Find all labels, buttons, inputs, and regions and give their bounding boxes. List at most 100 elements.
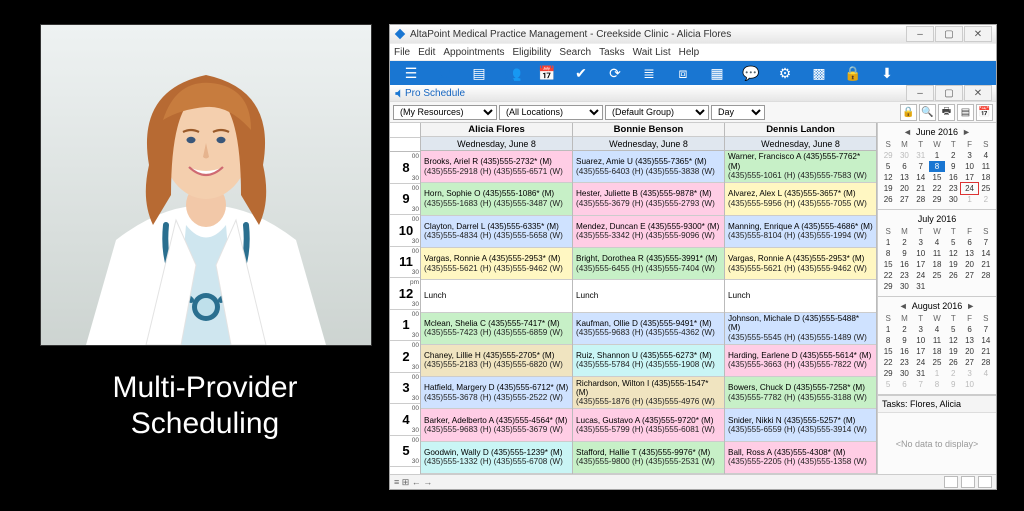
cal-day[interactable]: 7 — [978, 237, 994, 248]
appointment-slot[interactable]: Vargas, Ronnie A (435)555-2953* (M)(435)… — [725, 248, 876, 280]
cal-day[interactable]: 4 — [929, 324, 945, 335]
cal-day[interactable]: 29 — [929, 194, 945, 205]
cal-day[interactable]: 26 — [945, 357, 961, 368]
mini-calendar[interactable]: ◄June 2016►SMTWTFS2930311234567891011121… — [878, 123, 996, 210]
download-icon[interactable]: ⬇ — [872, 63, 902, 83]
menu-wait-list[interactable]: Wait List — [633, 47, 671, 58]
lock-icon[interactable]: 🔒 — [838, 63, 868, 83]
cal-day[interactable]: 26 — [880, 194, 896, 205]
cal-day[interactable]: 17 — [961, 172, 977, 183]
appointment-slot[interactable]: Stafford, Hallie T (435)555-9976* (M)(43… — [573, 442, 724, 474]
cal-day[interactable]: 2 — [945, 150, 961, 161]
cal-day[interactable]: 31 — [913, 150, 929, 161]
cal-day[interactable]: 23 — [896, 270, 912, 281]
cal-day[interactable]: 1 — [929, 368, 945, 379]
view-select[interactable]: Day — [711, 105, 765, 120]
cal-day[interactable]: 10 — [913, 248, 929, 259]
cal-day[interactable]: 12 — [945, 248, 961, 259]
list-icon[interactable]: ≣ — [634, 63, 664, 83]
cal-day[interactable]: 8 — [880, 248, 896, 259]
cal-day[interactable]: 8 — [880, 335, 896, 346]
cal-day[interactable]: 22 — [880, 270, 896, 281]
appointment-slot[interactable]: Hatfield, Margery D (435)555-6712* (M)(4… — [421, 377, 572, 409]
cal-day[interactable]: 9 — [896, 248, 912, 259]
cal-day[interactable]: 3 — [913, 324, 929, 335]
cal-day[interactable]: 20 — [896, 183, 912, 194]
resources-select[interactable]: (My Resources) — [393, 105, 497, 120]
cal-day[interactable]: 9 — [896, 335, 912, 346]
appointment-slot[interactable]: Harding, Earlene D (435)555-5614* (M)(43… — [725, 345, 876, 377]
appointment-slot[interactable]: Kaufman, Ollie D (435)555-9491* (M)(435)… — [573, 313, 724, 345]
cal-day[interactable]: 14 — [913, 172, 929, 183]
cal-day[interactable]: 5 — [945, 237, 961, 248]
mini-calendar[interactable]: July 2016SMTWTFS123456789101112131415161… — [878, 210, 996, 297]
appointment-slot[interactable]: Richardson, Wilton I (435)555-1547* (M)(… — [573, 377, 724, 409]
cal-day[interactable]: 29 — [880, 150, 896, 161]
appointment-slot[interactable]: Lunch — [725, 280, 876, 312]
cal-day[interactable]: 29 — [880, 281, 896, 292]
status-btn-2[interactable] — [961, 476, 975, 488]
cal-day[interactable]: 21 — [978, 346, 994, 357]
cal-day[interactable]: 17 — [913, 259, 929, 270]
group-icon[interactable]: 👥 — [498, 63, 528, 83]
cal-day[interactable]: 3 — [961, 150, 977, 161]
cal-day[interactable]: 8 — [929, 161, 945, 172]
appointment-slot[interactable]: Alvarez, Alex L (435)555-3657* (M)(435)5… — [725, 183, 876, 215]
cal-day[interactable]: 24 — [913, 270, 929, 281]
cal-day[interactable]: 15 — [880, 346, 896, 357]
calendar-icon[interactable]: 📅 — [532, 63, 562, 83]
cal-day[interactable]: 30 — [896, 368, 912, 379]
prev-month-icon[interactable]: ◄ — [903, 127, 912, 137]
cal-day[interactable]: 24 — [961, 183, 977, 194]
cal-day[interactable]: 7 — [978, 324, 994, 335]
cal-day[interactable]: 24 — [913, 357, 929, 368]
appointment-slot[interactable]: Ball, Ross A (435)555-4308* (M)(435)555-… — [725, 442, 876, 474]
sub-close-button[interactable]: ✕ — [964, 85, 992, 101]
cal-day[interactable]: 25 — [929, 357, 945, 368]
cal-day[interactable]: 5 — [880, 379, 896, 390]
cal-day[interactable]: 2 — [945, 368, 961, 379]
appointment-slot[interactable]: Mclean, Shelia C (435)555-7417* (M)(435)… — [421, 313, 572, 345]
cal-day[interactable]: 11 — [978, 161, 994, 172]
appointment-slot[interactable]: Suarez, Amie U (435)555-7365* (M)(435)55… — [573, 151, 724, 183]
sub-minimize-button[interactable]: – — [906, 85, 934, 101]
locations-select[interactable]: (All Locations) — [499, 105, 603, 120]
cal-day[interactable]: 2 — [896, 324, 912, 335]
cal-day[interactable]: 13 — [896, 172, 912, 183]
print-small-icon[interactable]: 🖶 — [938, 104, 955, 121]
menu-icon[interactable]: ☰ — [396, 63, 426, 83]
cal-day[interactable]: 12 — [945, 335, 961, 346]
cal-day[interactable]: 25 — [978, 183, 994, 194]
appointment-slot[interactable]: Lucas, Gustavo A (435)555-9720* (M)(435)… — [573, 409, 724, 441]
refresh-icon[interactable]: ⟳ — [600, 63, 630, 83]
cal-day[interactable]: 18 — [929, 259, 945, 270]
cal-day[interactable]: 11 — [929, 335, 945, 346]
menu-edit[interactable]: Edit — [418, 47, 435, 58]
appointment-slot[interactable]: Manning, Enrique A (435)555-4686* (M)(43… — [725, 216, 876, 248]
cal-small-icon[interactable]: 📅 — [976, 104, 993, 121]
maximize-button[interactable]: ▢ — [935, 26, 963, 42]
patient-icon[interactable]: 👤 — [430, 63, 460, 83]
appointment-slot[interactable]: Lunch — [573, 280, 724, 312]
note-small-icon[interactable]: ▤ — [957, 104, 974, 121]
appointment-slot[interactable]: Bright, Dorothea R (435)555-3991* (M)(43… — [573, 248, 724, 280]
appointment-slot[interactable]: Johnson, Michale D (435)555-5488* (M)(43… — [725, 313, 876, 345]
cal-day[interactable]: 29 — [880, 368, 896, 379]
lock-small-icon[interactable]: 🔒 — [900, 104, 917, 121]
menu-appointments[interactable]: Appointments — [443, 47, 504, 58]
menu-search[interactable]: Search — [559, 47, 591, 58]
search-small-icon[interactable]: 🔍 — [919, 104, 936, 121]
appointment-slot[interactable]: Brooks, Ariel R (435)555-2732* (M)(435)5… — [421, 151, 572, 183]
appointment-slot[interactable]: Ruiz, Shannon U (435)555-6273* (M)(435)5… — [573, 345, 724, 377]
prev-month-icon[interactable]: ◄ — [899, 301, 908, 311]
cal-day[interactable]: 4 — [978, 150, 994, 161]
cal-day[interactable]: 15 — [880, 259, 896, 270]
cal-day[interactable]: 16 — [896, 259, 912, 270]
cal-day[interactable]: 9 — [945, 379, 961, 390]
cal-day[interactable]: 19 — [945, 346, 961, 357]
cal-day[interactable]: 27 — [961, 270, 977, 281]
report-icon[interactable]: ▦ — [702, 63, 732, 83]
cal-day[interactable]: 31 — [913, 281, 929, 292]
document-icon[interactable]: ▤ — [464, 63, 494, 83]
cal-day[interactable]: 7 — [913, 379, 929, 390]
